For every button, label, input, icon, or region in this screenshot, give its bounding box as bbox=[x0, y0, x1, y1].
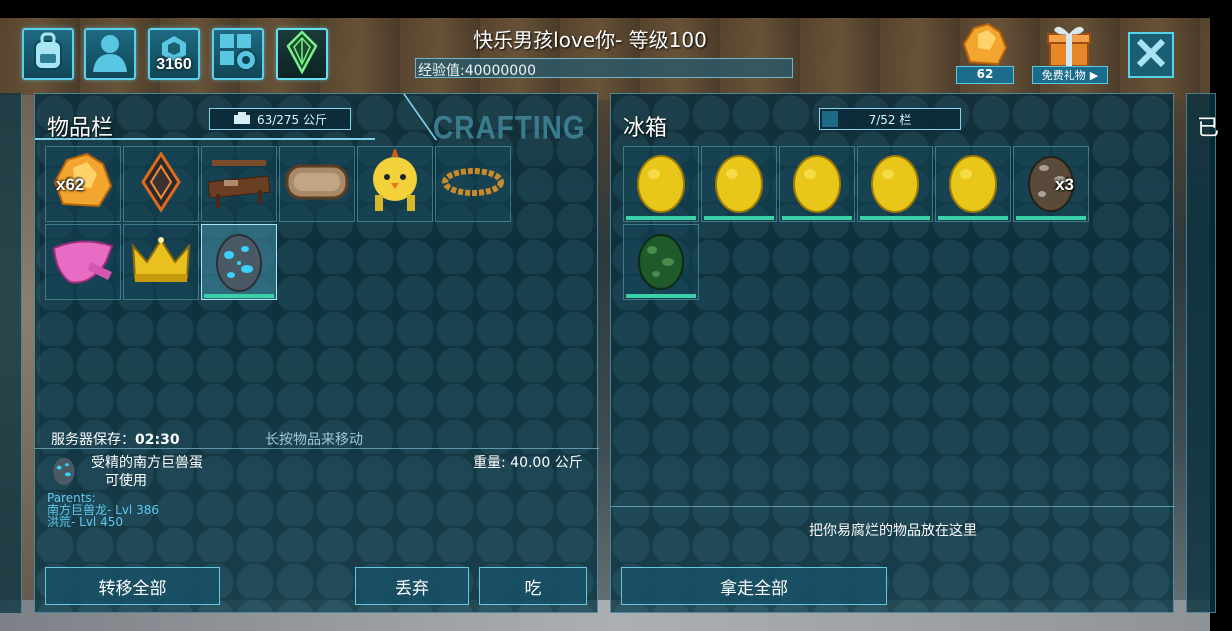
right-edge-panel: 已 bbox=[1186, 93, 1220, 613]
inventory-panel: 物品栏 63/275 公斤 CRAFTING x62 服务器保存：02:30 长… bbox=[34, 93, 599, 613]
crystal-icon bbox=[284, 30, 320, 78]
transfer-all-button[interactable]: 转移全部 bbox=[45, 567, 220, 605]
character-button[interactable] bbox=[84, 28, 136, 80]
fridge-title: 冰箱 bbox=[623, 116, 668, 141]
element-crystal-icon bbox=[960, 22, 1010, 72]
take-all-button[interactable]: 拿走全部 bbox=[621, 567, 887, 605]
inventory-weight: 63/275 公斤 bbox=[209, 108, 351, 130]
right-edge-title: 已 bbox=[1197, 116, 1220, 141]
selected-item-weight: 重量: 40.00 公斤 bbox=[473, 455, 583, 471]
capacity-fill bbox=[822, 111, 838, 127]
experience-bar: 经验值:40000000 bbox=[415, 58, 793, 79]
yellow-egg-icon bbox=[946, 150, 1000, 218]
inventory-weight-text: 63/275 公斤 bbox=[256, 112, 328, 127]
close-icon bbox=[1135, 37, 1167, 73]
fridge-capacity: 7/52 栏 bbox=[819, 108, 961, 130]
divider bbox=[611, 506, 1175, 507]
inventory-slot-sign[interactable] bbox=[279, 146, 355, 222]
backpack-button[interactable] bbox=[22, 28, 74, 80]
yellow-egg-icon bbox=[868, 150, 922, 218]
wooden-sign-icon bbox=[284, 161, 350, 207]
settings-icon bbox=[217, 31, 259, 77]
fridge-panel: 冰箱 7/52 栏 x3 把你易腐烂的物品放在这里 拿走全部 bbox=[610, 93, 1175, 613]
inventory-slot-table[interactable] bbox=[201, 146, 277, 222]
experience-text: 经验值:40000000 bbox=[418, 63, 536, 79]
yellow-egg-icon bbox=[634, 150, 688, 218]
divider bbox=[35, 448, 599, 449]
free-gift-label: 免费礼物 bbox=[1041, 69, 1086, 82]
free-gift-button[interactable]: 免费礼物 ▶ bbox=[1032, 66, 1108, 84]
fridge-slot[interactable] bbox=[623, 146, 699, 222]
slot-quantity: x62 bbox=[56, 175, 85, 194]
parent-2: 洪荒- Lvl 450 bbox=[47, 515, 123, 529]
left-edge-panel bbox=[0, 93, 22, 613]
server-save-label: 服务器保存： bbox=[51, 432, 135, 448]
crafting-table-icon bbox=[206, 154, 272, 214]
selected-item-thumbnail bbox=[51, 454, 77, 490]
fridge-capacity-text: 7/52 栏 bbox=[868, 112, 912, 127]
freshness-bar bbox=[626, 216, 696, 220]
fridge-slot[interactable] bbox=[701, 146, 777, 222]
character-icon bbox=[91, 32, 129, 76]
pink-scarf-icon bbox=[50, 232, 116, 292]
eat-button[interactable]: 吃 bbox=[479, 567, 587, 605]
drop-button[interactable]: 丢弃 bbox=[355, 567, 469, 605]
selected-item-status: 可使用 bbox=[105, 473, 147, 489]
close-button[interactable] bbox=[1128, 32, 1174, 78]
freshness-bar bbox=[626, 294, 696, 298]
element-count: 62 bbox=[956, 66, 1014, 84]
inventory-slot-chain[interactable] bbox=[435, 146, 511, 222]
freshness-bar bbox=[204, 294, 274, 298]
inventory-slot-scarf[interactable] bbox=[45, 224, 121, 300]
player-name-level: 快乐男孩love你- 等级100 bbox=[473, 28, 707, 52]
inventory-slot-hat[interactable] bbox=[357, 146, 433, 222]
gold-chain-icon bbox=[440, 165, 506, 203]
freshness-bar bbox=[704, 216, 774, 220]
freshness-bar bbox=[860, 216, 930, 220]
yellow-egg-icon bbox=[712, 150, 766, 218]
inventory-slot-element[interactable]: x62 bbox=[45, 146, 121, 222]
weight-scale-icon bbox=[233, 111, 251, 128]
inventory-slot-implant[interactable] bbox=[123, 146, 199, 222]
freshness-bar bbox=[938, 216, 1008, 220]
play-arrow-icon: ▶ bbox=[1089, 68, 1099, 82]
green-spotted-egg-icon bbox=[634, 228, 688, 296]
tribe-badge: 3160 bbox=[156, 56, 192, 73]
tab-crafting[interactable]: CRAFTING bbox=[433, 110, 586, 147]
move-hint: 长按物品来移动 bbox=[265, 432, 363, 448]
gold-crown-icon bbox=[129, 234, 193, 290]
tek-implant-icon bbox=[139, 151, 183, 216]
server-save-time: 02:30 bbox=[135, 432, 180, 448]
fridge-slot[interactable] bbox=[857, 146, 933, 222]
letterbox-top bbox=[0, 0, 1232, 18]
tribe-button[interactable]: 3160 bbox=[148, 28, 200, 80]
fridge-hint: 把你易腐烂的物品放在这里 bbox=[809, 523, 977, 539]
settings-button[interactable] bbox=[212, 28, 264, 80]
fridge-slot[interactable] bbox=[935, 146, 1011, 222]
fridge-slot[interactable]: x3 bbox=[1013, 146, 1089, 222]
crystal-button[interactable] bbox=[276, 28, 328, 80]
selected-item-name: 受精的南方巨兽蛋 bbox=[91, 455, 203, 471]
yellow-egg-icon bbox=[790, 150, 844, 218]
gift-box-icon[interactable] bbox=[1044, 22, 1094, 72]
fridge-slot[interactable] bbox=[779, 146, 855, 222]
blue-spotted-egg-icon bbox=[213, 227, 265, 297]
freshness-bar bbox=[1016, 216, 1086, 220]
chick-hat-icon bbox=[367, 146, 423, 219]
inventory-title: 物品栏 bbox=[47, 116, 114, 141]
fridge-slot[interactable] bbox=[623, 224, 699, 300]
freshness-bar bbox=[782, 216, 852, 220]
server-save-info: 服务器保存：02:30 bbox=[51, 429, 180, 449]
inventory-slot-crown[interactable] bbox=[123, 224, 199, 300]
slot-quantity: x3 bbox=[1055, 175, 1074, 194]
inventory-slot-egg[interactable] bbox=[201, 224, 277, 300]
backpack-icon bbox=[30, 32, 66, 76]
